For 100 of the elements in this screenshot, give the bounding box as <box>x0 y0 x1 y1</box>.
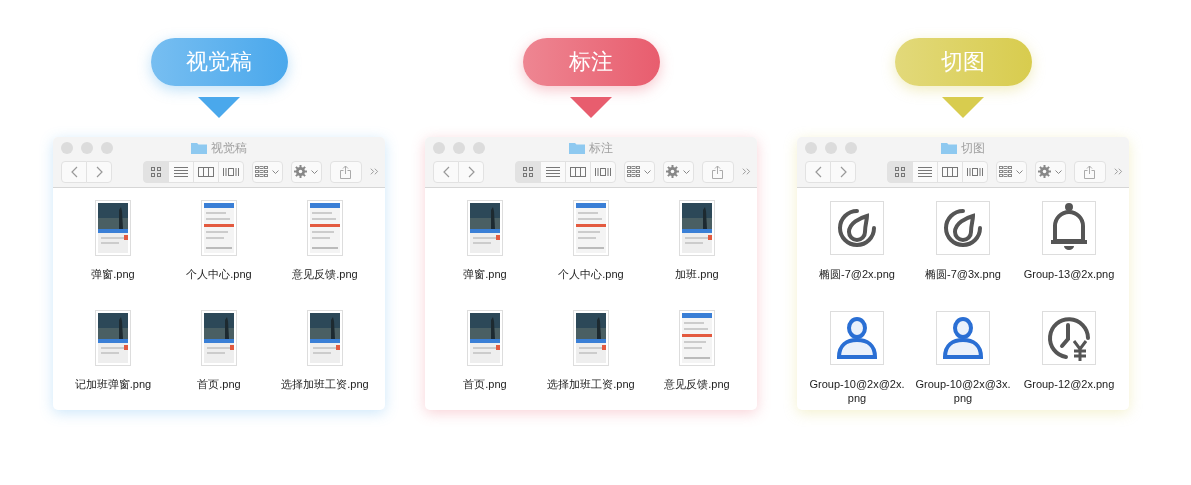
settings-icon <box>666 165 680 178</box>
caret-icon <box>272 169 280 174</box>
file-name[interactable]: 记加班弹窗.png <box>74 377 152 391</box>
arrange-icon <box>999 166 1013 177</box>
back-icon <box>70 165 78 178</box>
action-button[interactable] <box>1034 160 1066 183</box>
file-thumbnail <box>95 310 131 366</box>
folder-icon <box>191 142 207 154</box>
caret-icon <box>311 169 319 174</box>
section-label: 标注 <box>522 38 660 86</box>
view-button[interactable] <box>168 160 195 183</box>
arrange-button[interactable] <box>996 160 1027 183</box>
view-button[interactable] <box>515 160 542 183</box>
view-button[interactable] <box>962 160 989 183</box>
action-button[interactable] <box>662 160 694 183</box>
list-view-icon <box>918 165 933 178</box>
back-icon <box>442 165 450 178</box>
gallery-view-icon <box>967 165 984 178</box>
file-name[interactable]: 椭圆-7@2x.png <box>819 267 895 281</box>
settings-icon <box>1038 165 1052 178</box>
view-button[interactable] <box>937 160 964 183</box>
file-name[interactable]: 意见反馈.png <box>664 377 730 391</box>
column-view-icon <box>198 165 215 178</box>
list-view-icon <box>546 165 561 178</box>
file-name[interactable]: Group-10@2x@2x.png <box>808 377 906 405</box>
file-thumbnail <box>573 200 609 256</box>
icon-view-icon <box>150 165 163 178</box>
view-button[interactable] <box>912 160 939 183</box>
arrange-icon <box>627 166 641 177</box>
file-thumbnail <box>573 310 609 366</box>
file-name[interactable]: 个人中心.png <box>558 267 624 281</box>
drop-icon <box>936 201 990 255</box>
file-name[interactable]: Group-10@2x@3x.png <box>914 377 1012 405</box>
file-name[interactable]: 选择加班工资.png <box>547 377 635 391</box>
view-button[interactable] <box>218 160 245 183</box>
file-name[interactable]: 意见反馈.png <box>292 267 358 281</box>
share-icon <box>712 164 724 179</box>
gallery-view-icon <box>595 165 612 178</box>
arrange-button[interactable] <box>624 160 655 183</box>
gallery-view-icon <box>223 165 240 178</box>
forward-icon <box>839 165 847 178</box>
drop-icon <box>830 201 884 255</box>
forward-icon <box>467 165 475 178</box>
arrange-button[interactable] <box>252 160 283 183</box>
overflow-icon <box>742 167 751 176</box>
view-button[interactable] <box>143 160 170 183</box>
view-button[interactable] <box>887 160 914 183</box>
column-view-icon <box>942 165 959 178</box>
file-thumbnail <box>95 200 131 256</box>
file-name[interactable]: Group-13@2x.png <box>1023 267 1115 281</box>
file-thumbnail <box>307 310 343 366</box>
file-name[interactable]: 弹窗.png <box>91 267 135 281</box>
file-thumbnail <box>201 200 237 256</box>
file-thumbnail <box>307 200 343 256</box>
bell-icon <box>1042 201 1096 255</box>
folder-icon <box>569 142 585 154</box>
list-view-icon <box>174 165 189 178</box>
share-button[interactable] <box>1073 160 1107 183</box>
file-thumbnail <box>467 200 503 256</box>
user-icon <box>830 311 884 365</box>
file-name[interactable]: 弹窗.png <box>463 267 507 281</box>
forward-icon <box>95 165 103 178</box>
caret-icon <box>1016 169 1024 174</box>
share-icon <box>1084 164 1096 179</box>
file-thumbnail <box>679 310 715 366</box>
share-icon <box>340 164 352 179</box>
arrange-icon <box>255 166 269 177</box>
icon-view-icon <box>522 165 535 178</box>
section-label: 切图 <box>894 38 1032 86</box>
action-button[interactable] <box>290 160 322 183</box>
back-icon <box>814 165 822 178</box>
file-thumbnail <box>467 310 503 366</box>
file-thumbnail <box>679 200 715 256</box>
column-view-icon <box>570 165 587 178</box>
share-button[interactable] <box>329 160 363 183</box>
overflow-icon <box>1114 167 1123 176</box>
window-title: 标注 <box>589 140 613 157</box>
file-name[interactable]: 椭圆-7@3x.png <box>925 267 1001 281</box>
caret-icon <box>644 169 652 174</box>
view-button[interactable] <box>565 160 592 183</box>
file-name[interactable]: 首页.png <box>463 377 507 391</box>
user-icon <box>936 311 990 365</box>
settings-icon <box>294 165 308 178</box>
file-thumbnail <box>201 310 237 366</box>
clock-icon <box>1042 311 1096 365</box>
file-name[interactable]: 选择加班工资.png <box>281 377 369 391</box>
icon-view-icon <box>894 165 907 178</box>
view-button[interactable] <box>540 160 567 183</box>
share-button[interactable] <box>701 160 735 183</box>
section-label: 视觉稿 <box>150 38 288 86</box>
file-name[interactable]: 首页.png <box>197 377 241 391</box>
folder-icon <box>941 142 957 154</box>
view-button[interactable] <box>590 160 617 183</box>
file-name[interactable]: 加班.png <box>675 267 719 281</box>
view-button[interactable] <box>193 160 220 183</box>
file-name[interactable]: 个人中心.png <box>186 267 252 281</box>
window-title: 视觉稿 <box>211 140 247 157</box>
caret-icon <box>683 169 691 174</box>
file-name[interactable]: Group-12@2x.png <box>1023 377 1115 391</box>
window-title: 切图 <box>961 140 985 157</box>
